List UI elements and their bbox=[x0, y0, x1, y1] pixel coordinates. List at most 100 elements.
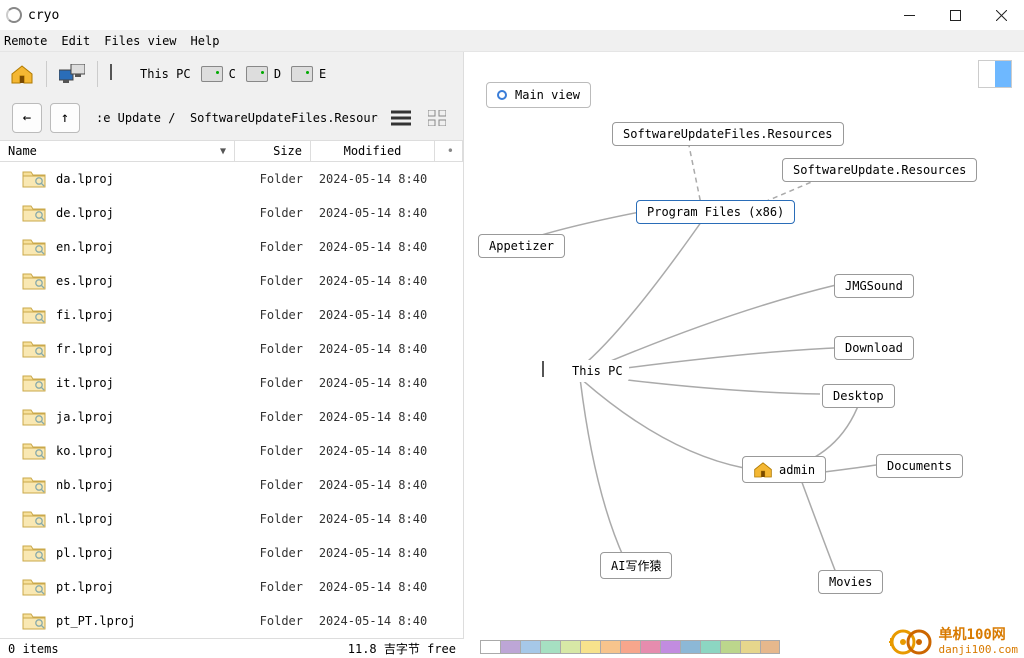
column-name[interactable]: Name▼ bbox=[0, 141, 235, 161]
node-ai[interactable]: AI写作猿 bbox=[600, 552, 672, 579]
node-program-files-x86[interactable]: Program Files (x86) bbox=[636, 200, 795, 224]
file-row[interactable]: pl.lprojFolder2024-05-14 8:40 bbox=[0, 536, 463, 570]
file-row[interactable]: de.lprojFolder2024-05-14 8:40 bbox=[0, 196, 463, 230]
file-name: ja.lproj bbox=[56, 410, 235, 424]
palette-swatch[interactable] bbox=[640, 640, 660, 654]
palette-swatch[interactable] bbox=[660, 640, 680, 654]
folder-icon bbox=[22, 441, 46, 461]
file-name: pt_PT.lproj bbox=[56, 614, 235, 628]
remote-pc-button[interactable] bbox=[59, 64, 85, 84]
node-softwareupdatefiles-resources[interactable]: SoftwareUpdateFiles.Resources bbox=[612, 122, 844, 146]
close-button[interactable] bbox=[978, 0, 1024, 30]
folder-icon bbox=[22, 509, 46, 529]
palette-swatch[interactable] bbox=[740, 640, 760, 654]
watermark-url: danji100.com bbox=[939, 643, 1018, 656]
menu-remote[interactable]: Remote bbox=[4, 34, 47, 48]
node-movies[interactable]: Movies bbox=[818, 570, 883, 594]
file-name: pt.lproj bbox=[56, 580, 235, 594]
file-row[interactable]: pt_PT.lprojFolder2024-05-14 8:40 bbox=[0, 604, 463, 638]
home-icon bbox=[10, 64, 34, 84]
palette-swatch[interactable] bbox=[620, 640, 640, 654]
palette-swatch[interactable] bbox=[760, 640, 780, 654]
arrow-up-icon: ↑ bbox=[61, 110, 69, 126]
mainview-badge[interactable]: Main view bbox=[486, 82, 591, 108]
menu-edit[interactable]: Edit bbox=[61, 34, 90, 48]
file-size: Folder bbox=[235, 240, 311, 254]
palette-swatch[interactable] bbox=[560, 640, 580, 654]
drive-d-button[interactable]: D bbox=[246, 66, 281, 82]
column-extra[interactable]: • bbox=[435, 141, 463, 161]
palette-swatch[interactable] bbox=[720, 640, 740, 654]
file-name: nl.lproj bbox=[56, 512, 235, 526]
palette-swatch[interactable] bbox=[680, 640, 700, 654]
menu-filesview[interactable]: Files view bbox=[104, 34, 176, 48]
view-list-button[interactable] bbox=[387, 106, 415, 130]
file-list: Name▼ Size Modified • da.lprojFolder2024… bbox=[0, 140, 463, 638]
file-size: Folder bbox=[235, 308, 311, 322]
drive-icon bbox=[201, 66, 223, 82]
file-name: da.lproj bbox=[56, 172, 235, 186]
node-softwareupdate-resources[interactable]: SoftwareUpdate.Resources bbox=[782, 158, 977, 182]
radio-icon bbox=[497, 90, 507, 100]
folder-icon bbox=[22, 237, 46, 257]
thispc-button[interactable]: This PC bbox=[110, 65, 191, 83]
file-row[interactable]: es.lprojFolder2024-05-14 8:40 bbox=[0, 264, 463, 298]
palette-swatch[interactable] bbox=[540, 640, 560, 654]
grid-view-icon bbox=[428, 110, 446, 126]
file-row[interactable]: ja.lprojFolder2024-05-14 8:40 bbox=[0, 400, 463, 434]
file-modified: 2024-05-14 8:40 bbox=[311, 206, 435, 220]
thispc-label: This PC bbox=[140, 67, 191, 81]
drive-c-button[interactable]: C bbox=[201, 66, 236, 82]
palette-swatch[interactable] bbox=[580, 640, 600, 654]
color-toggle[interactable] bbox=[978, 60, 1012, 88]
node-admin[interactable]: admin bbox=[742, 456, 826, 483]
palette-swatch[interactable] bbox=[600, 640, 620, 654]
file-size: Folder bbox=[235, 274, 311, 288]
file-row[interactable]: fi.lprojFolder2024-05-14 8:40 bbox=[0, 298, 463, 332]
node-download[interactable]: Download bbox=[834, 336, 914, 360]
file-size: Folder bbox=[235, 172, 311, 186]
file-name: pl.lproj bbox=[56, 546, 235, 560]
file-size: Folder bbox=[235, 410, 311, 424]
file-row[interactable]: da.lprojFolder2024-05-14 8:40 bbox=[0, 162, 463, 196]
nav-back-button[interactable]: ← bbox=[12, 103, 42, 133]
node-thispc[interactable]: This PC bbox=[536, 360, 629, 382]
file-row[interactable]: ko.lprojFolder2024-05-14 8:40 bbox=[0, 434, 463, 468]
graph-pane[interactable]: SoftwareUpdateFiles.Resources SoftwareUp… bbox=[464, 52, 1024, 638]
file-modified: 2024-05-14 8:40 bbox=[311, 342, 435, 356]
node-documents[interactable]: Documents bbox=[876, 454, 963, 478]
column-modified[interactable]: Modified bbox=[311, 141, 435, 161]
view-grid-button[interactable] bbox=[423, 106, 451, 130]
drive-e-button[interactable]: E bbox=[291, 66, 326, 82]
palette-swatch[interactable] bbox=[480, 640, 500, 654]
status-free: 11.8 吉字节 free bbox=[348, 640, 456, 657]
palette-swatch[interactable] bbox=[500, 640, 520, 654]
color-palette[interactable] bbox=[480, 640, 780, 658]
home-button[interactable] bbox=[10, 64, 34, 84]
app-title: cryo bbox=[28, 8, 886, 23]
minimize-button[interactable] bbox=[886, 0, 932, 30]
folder-icon bbox=[22, 611, 46, 631]
watermark-logo-icon bbox=[889, 628, 933, 656]
maximize-button[interactable] bbox=[932, 0, 978, 30]
column-size[interactable]: Size bbox=[235, 141, 311, 161]
folder-icon bbox=[22, 203, 46, 223]
file-row[interactable]: en.lprojFolder2024-05-14 8:40 bbox=[0, 230, 463, 264]
node-jmgsound[interactable]: JMGSound bbox=[834, 274, 914, 298]
node-desktop[interactable]: Desktop bbox=[822, 384, 895, 408]
palette-swatch[interactable] bbox=[700, 640, 720, 654]
palette-swatch[interactable] bbox=[520, 640, 540, 654]
file-size: Folder bbox=[235, 342, 311, 356]
file-row[interactable]: it.lprojFolder2024-05-14 8:40 bbox=[0, 366, 463, 400]
file-row[interactable]: fr.lprojFolder2024-05-14 8:40 bbox=[0, 332, 463, 366]
file-modified: 2024-05-14 8:40 bbox=[311, 308, 435, 322]
file-row[interactable]: nl.lprojFolder2024-05-14 8:40 bbox=[0, 502, 463, 536]
menu-help[interactable]: Help bbox=[191, 34, 220, 48]
file-row[interactable]: nb.lprojFolder2024-05-14 8:40 bbox=[0, 468, 463, 502]
list-view-icon bbox=[391, 110, 411, 126]
file-row[interactable]: pt.lprojFolder2024-05-14 8:40 bbox=[0, 570, 463, 604]
folder-icon bbox=[22, 407, 46, 427]
breadcrumb[interactable]: :e Update / SoftwareUpdateFiles.Resource… bbox=[88, 111, 379, 125]
node-appetizer[interactable]: Appetizer bbox=[478, 234, 565, 258]
nav-up-button[interactable]: ↑ bbox=[50, 103, 80, 133]
